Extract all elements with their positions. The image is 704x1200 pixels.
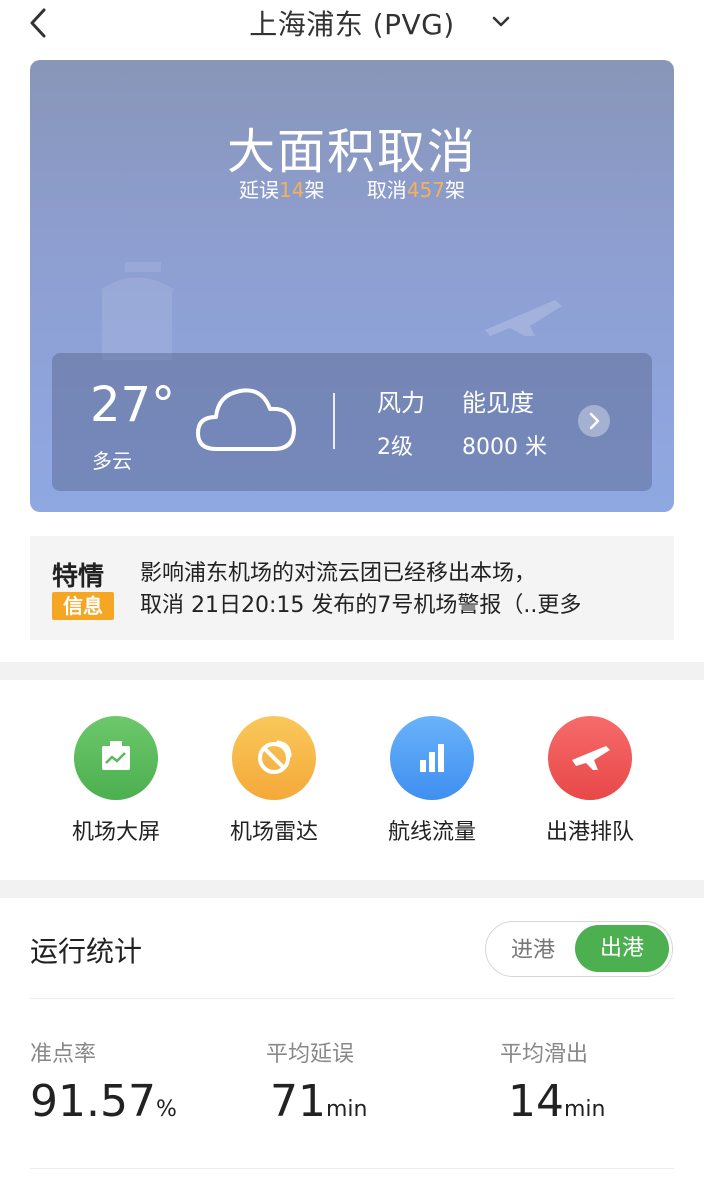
action-airport-radar[interactable]: 机场雷达 <box>204 716 344 846</box>
action-label: 航线流量 <box>387 820 476 845</box>
stat-on-time-rate: 91.57% <box>30 1076 177 1127</box>
action-label: 机场大屏 <box>71 820 160 845</box>
airport-title[interactable]: 上海浦东 (PVG) <box>249 3 455 43</box>
cancel-count: 457 <box>406 178 445 202</box>
stat-avg-delay: 71min <box>270 1076 368 1127</box>
weather-divider <box>333 393 335 449</box>
airport-selector[interactable]: 上海浦东 (PVG) <box>0 3 704 43</box>
stat-unit: % <box>155 1097 177 1122</box>
cloud-icon <box>196 388 296 451</box>
bar-chart-icon <box>390 716 474 800</box>
action-airport-screen[interactable]: 机场大屏 <box>46 716 186 846</box>
stat-value: 91.57 <box>30 1076 156 1127</box>
stat-label-on-time: 准点率 <box>30 1042 97 1067</box>
cancel-unit: 架 <box>445 178 465 202</box>
flight-counts: 延误14架 取消457架 <box>30 174 674 203</box>
arrival-departure-toggle[interactable]: 进港 出港 <box>485 921 673 977</box>
delay-count: 14 <box>279 178 305 202</box>
top-bar: 上海浦东 (PVG) <box>0 0 704 50</box>
toggle-departure[interactable]: 出港 <box>575 925 669 972</box>
chevron-right-icon <box>589 412 600 430</box>
notice-badge-bottom: 信息 <box>52 592 114 620</box>
weather-more-button[interactable] <box>578 405 610 437</box>
action-departure-queue[interactable]: 出港排队 <box>520 716 660 846</box>
stats-title: 运行统计 <box>30 935 143 968</box>
stat-unit: min <box>326 1097 368 1122</box>
visibility-label: 能见度 <box>462 389 534 417</box>
stat-avg-taxi-out: 14min <box>508 1076 606 1127</box>
divider <box>30 998 674 999</box>
radar-icon <box>232 716 316 800</box>
status-headline: 大面积取消 <box>226 124 477 180</box>
notice-line-2[interactable]: 取消 21日20:15 发布的7号机场警报（..更多 <box>140 590 660 622</box>
section-separator <box>0 880 704 898</box>
action-route-traffic[interactable]: 航线流量 <box>362 716 502 846</box>
screen-icon <box>74 716 158 800</box>
temperature: 27° <box>90 377 176 433</box>
visibility-value: 8000 米 <box>462 435 547 460</box>
stat-value: 71 <box>270 1076 326 1127</box>
wind-value: 2级 <box>377 435 413 460</box>
notice-line-1: 影响浦东机场的对流云团已经移出本场， <box>140 561 537 586</box>
toggle-arrival[interactable]: 进港 <box>498 932 568 964</box>
stat-label-avg-delay: 平均延误 <box>266 1042 355 1067</box>
section-separator <box>0 662 704 680</box>
delay-label: 延误 <box>239 178 279 202</box>
airport-status-card: 大面积取消 延误14架 取消457架 27° 多云 风力 能见度 2级 8000… <box>30 60 674 512</box>
stat-value: 14 <box>508 1076 564 1127</box>
weather-panel[interactable]: 27° 多云 风力 能见度 2级 8000 米 <box>52 353 652 491</box>
action-label: 出港排队 <box>545 820 634 845</box>
delay-unit: 架 <box>304 178 325 202</box>
wind-label: 风力 <box>377 389 425 417</box>
notice-text: 影响浦东机场的对流云团已经移出本场， 取消 21日20:15 发布的7号机场警报… <box>140 558 660 622</box>
stat-label-avg-taxi: 平均滑出 <box>500 1042 589 1067</box>
chevron-down-icon[interactable] <box>489 10 513 34</box>
cancel-label: 取消 <box>366 178 407 202</box>
stat-unit: min <box>564 1097 606 1122</box>
notice-badge-top: 特情 <box>52 562 105 592</box>
special-notice[interactable]: 特情 信息 影响浦东机场的对流云团已经移出本场， 取消 21日20:15 发布的… <box>30 536 674 640</box>
divider <box>30 1168 674 1169</box>
action-label: 机场雷达 <box>229 820 318 845</box>
departure-plane-icon <box>548 716 632 800</box>
weather-condition: 多云 <box>92 449 132 473</box>
